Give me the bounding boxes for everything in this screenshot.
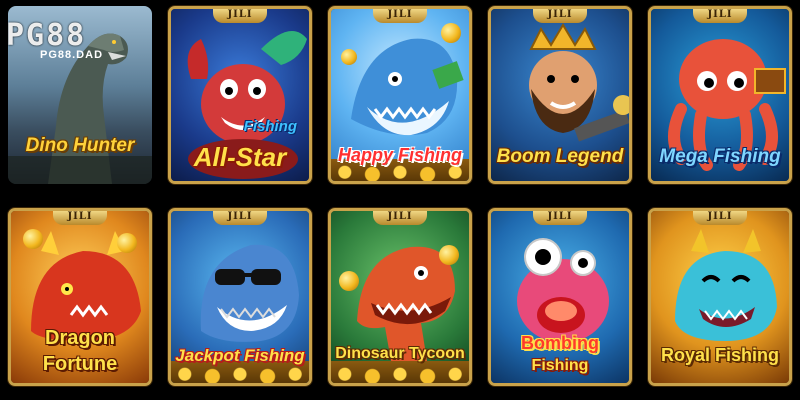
provider-badge: JILI xyxy=(213,9,267,23)
game-title: Dino Hunter xyxy=(25,135,135,157)
game-title-line-1: Bombing xyxy=(521,333,599,354)
watermark-sub-text: PG88.DAD xyxy=(40,49,104,61)
game-title: Jackpot Fishing xyxy=(175,346,305,366)
game-tile-jackpot-fishing[interactable]: JILI Jackpot Fishing xyxy=(168,208,312,386)
game-title-line-2: All-Star xyxy=(193,141,287,172)
game-title: Dinosaur Tycoon xyxy=(335,345,465,363)
game-grid: PG88 PG88.DAD Dino Hunter JILI Fishing A… xyxy=(0,0,800,400)
game-tile-dinosaur-tycoon[interactable]: JILI Dinosaur Tycoon xyxy=(328,208,472,386)
game-title-line-1: Fishing xyxy=(243,118,297,136)
game-tile-mega-fishing[interactable]: JILI Mega Fishing xyxy=(648,6,792,184)
site-watermark: PG88 PG88.DAD xyxy=(6,18,103,61)
game-tile-royal-fishing[interactable]: JILI Royal Fishing xyxy=(648,208,792,386)
game-tile-boom-legend[interactable]: JILI Boom Legend xyxy=(488,6,632,184)
provider-badge: JILI xyxy=(693,211,747,225)
provider-badge: JILI xyxy=(533,9,587,23)
coin-pile xyxy=(331,361,469,383)
game-title: Royal Fishing xyxy=(660,345,779,366)
game-title: Boom Legend xyxy=(496,146,624,168)
game-title: Happy Fishing xyxy=(337,145,462,166)
game-title: Mega Fishing xyxy=(659,146,781,168)
provider-badge: JILI xyxy=(373,211,427,225)
game-tile-dragon-fortune[interactable]: JILI Dragon Fortune xyxy=(8,208,152,386)
game-title-line-2: Fishing xyxy=(531,357,589,375)
provider-badge: JILI xyxy=(533,211,587,225)
game-tile-bombing-fishing[interactable]: JILI Bombing Fishing xyxy=(488,208,632,386)
watermark-logo-text: PG88 xyxy=(6,18,87,53)
provider-badge: JILI xyxy=(53,211,107,225)
game-title-line-2: Fortune xyxy=(42,353,118,375)
provider-badge: JILI xyxy=(373,9,427,23)
provider-badge: JILI xyxy=(213,211,267,225)
game-tile-happy-fishing[interactable]: JILI Happy Fishing xyxy=(328,6,472,184)
provider-badge: JILI xyxy=(693,9,747,23)
game-tile-all-star-fishing[interactable]: JILI Fishing All-Star xyxy=(168,6,312,184)
game-title-line-1: Dragon xyxy=(45,327,115,349)
